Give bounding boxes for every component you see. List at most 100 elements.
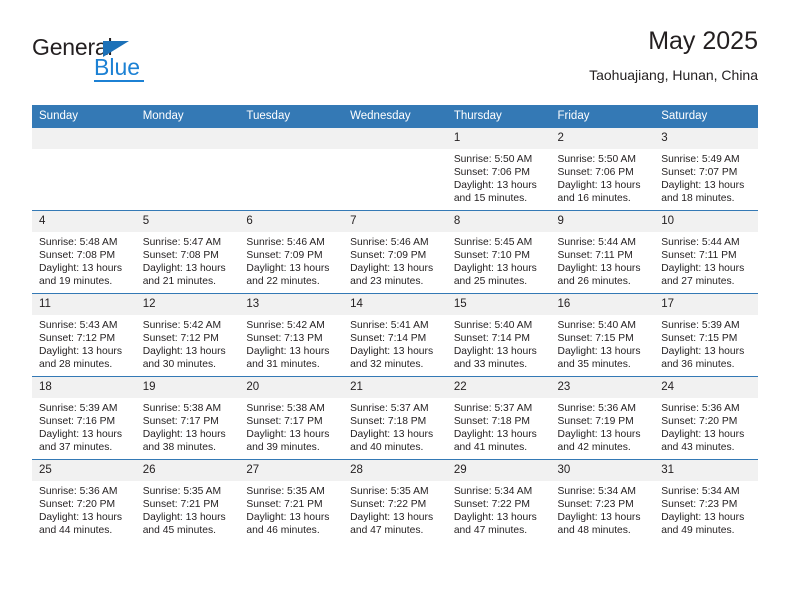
calendar-day-cell[interactable]: 18 Sunrise: 5:39 AM Sunset: 7:16 PM Dayli…	[32, 376, 136, 460]
calendar-day-cell[interactable]: 30 Sunrise: 5:34 AM Sunset: 7:23 PM Dayli…	[550, 459, 655, 542]
calendar-page: General Blue May 2025 Taohuajiang, Hunan…	[0, 0, 792, 612]
sun-times-text: Sunrise: 5:34 AM Sunset: 7:23 PM Dayligh…	[557, 486, 641, 537]
general-blue-logo: General Blue	[32, 36, 172, 86]
calendar-day-cell[interactable]: 26 Sunrise: 5:35 AM Sunset: 7:21 PM Dayli…	[135, 459, 240, 542]
calendar-day-cell[interactable]: 20 Sunrise: 5:38 AM Sunset: 7:17 PM Dayli…	[239, 376, 344, 460]
calendar-day-cell[interactable]: 27 Sunrise: 5:35 AM Sunset: 7:21 PM Dayli…	[239, 459, 344, 542]
calendar-day-cell[interactable]: 19 Sunrise: 5:38 AM Sunset: 7:17 PM Dayli…	[135, 376, 240, 460]
page-title: May 2025	[648, 27, 758, 55]
calendar-day-cell-empty	[343, 128, 447, 211]
calendar-day-cell[interactable]: 28 Sunrise: 5:35 AM Sunset: 7:22 PM Dayli…	[343, 459, 447, 542]
calendar-week-row: 4 Sunrise: 5:48 AM Sunset: 7:08 PM Daylig…	[32, 210, 758, 294]
sun-times-text: Sunrise: 5:35 AM Sunset: 7:21 PM Dayligh…	[142, 486, 226, 537]
calendar-day-cell[interactable]: 5 Sunrise: 5:47 AM Sunset: 7:08 PM Daylig…	[135, 210, 240, 294]
calendar-day-cell[interactable]: 25 Sunrise: 5:36 AM Sunset: 7:20 PM Dayli…	[32, 459, 136, 542]
day-number	[32, 128, 136, 149]
calendar-day-cell[interactable]: 13 Sunrise: 5:42 AM Sunset: 7:13 PM Dayli…	[239, 293, 344, 377]
sun-times-text: Sunrise: 5:46 AM Sunset: 7:09 PM Dayligh…	[350, 237, 434, 288]
calendar-day-cell[interactable]: 4 Sunrise: 5:48 AM Sunset: 7:08 PM Daylig…	[32, 210, 136, 294]
calendar-day-cell[interactable]: 10 Sunrise: 5:44 AM Sunset: 7:11 PM Dayli…	[654, 210, 758, 294]
calendar-day-cell[interactable]: 1 Sunrise: 5:50 AM Sunset: 7:06 PM Daylig…	[446, 128, 551, 211]
sun-times-text: Sunrise: 5:35 AM Sunset: 7:21 PM Dayligh…	[246, 486, 330, 537]
page-header: General Blue May 2025 Taohuajiang, Hunan…	[32, 26, 758, 98]
calendar-week-row: 11 Sunrise: 5:43 AM Sunset: 7:12 PM Dayli…	[32, 293, 758, 377]
calendar-day-cell[interactable]: 21 Sunrise: 5:37 AM Sunset: 7:18 PM Dayli…	[343, 376, 447, 460]
sun-times-text: Sunrise: 5:37 AM Sunset: 7:18 PM Dayligh…	[350, 403, 434, 454]
calendar-day-cell[interactable]: 15 Sunrise: 5:40 AM Sunset: 7:14 PM Dayli…	[446, 293, 551, 377]
day-number	[343, 128, 447, 149]
day-number: 20	[239, 377, 344, 398]
sun-times-text: Sunrise: 5:38 AM Sunset: 7:17 PM Dayligh…	[142, 403, 226, 454]
sun-times-text: Sunrise: 5:34 AM Sunset: 7:23 PM Dayligh…	[661, 486, 745, 537]
day-number: 15	[446, 294, 551, 315]
calendar-day-cell-empty	[135, 128, 240, 211]
weekday-header-monday: Monday	[135, 105, 240, 128]
calendar-day-cell[interactable]: 3 Sunrise: 5:49 AM Sunset: 7:07 PM Daylig…	[654, 128, 758, 211]
day-number: 21	[343, 377, 447, 398]
sun-times-text: Sunrise: 5:48 AM Sunset: 7:08 PM Dayligh…	[39, 237, 122, 288]
calendar-day-cell[interactable]: 17 Sunrise: 5:39 AM Sunset: 7:15 PM Dayli…	[654, 293, 758, 377]
sun-times-text: Sunrise: 5:36 AM Sunset: 7:20 PM Dayligh…	[661, 403, 745, 454]
sun-times-text: Sunrise: 5:46 AM Sunset: 7:09 PM Dayligh…	[246, 237, 330, 288]
day-number	[135, 128, 240, 149]
sun-times-text: Sunrise: 5:44 AM Sunset: 7:11 PM Dayligh…	[661, 237, 745, 288]
day-number: 31	[654, 460, 758, 481]
day-number: 2	[550, 128, 655, 149]
calendar-day-cell[interactable]: 12 Sunrise: 5:42 AM Sunset: 7:12 PM Dayli…	[135, 293, 240, 377]
sun-times-text: Sunrise: 5:40 AM Sunset: 7:14 PM Dayligh…	[453, 320, 537, 371]
sun-times-text: Sunrise: 5:50 AM Sunset: 7:06 PM Dayligh…	[453, 154, 537, 205]
day-number: 30	[550, 460, 655, 481]
day-number	[239, 128, 344, 149]
calendar-day-cell[interactable]: 16 Sunrise: 5:40 AM Sunset: 7:15 PM Dayli…	[550, 293, 655, 377]
calendar-day-cell[interactable]: 7 Sunrise: 5:46 AM Sunset: 7:09 PM Daylig…	[343, 210, 447, 294]
calendar-day-cell[interactable]: 24 Sunrise: 5:36 AM Sunset: 7:20 PM Dayli…	[654, 376, 758, 460]
weekday-header-row: Sunday Monday Tuesday Wednesday Thursday…	[32, 105, 758, 128]
calendar-day-cell-empty	[32, 128, 136, 211]
sun-times-text: Sunrise: 5:41 AM Sunset: 7:14 PM Dayligh…	[350, 320, 434, 371]
day-number: 4	[32, 211, 136, 232]
calendar-day-cell[interactable]: 22 Sunrise: 5:37 AM Sunset: 7:18 PM Dayli…	[446, 376, 551, 460]
day-number: 1	[446, 128, 551, 149]
sun-times-text	[136, 149, 240, 153]
sun-times-text: Sunrise: 5:45 AM Sunset: 7:10 PM Dayligh…	[453, 237, 537, 288]
calendar-day-cell[interactable]: 6 Sunrise: 5:46 AM Sunset: 7:09 PM Daylig…	[239, 210, 344, 294]
sun-times-text: Sunrise: 5:39 AM Sunset: 7:16 PM Dayligh…	[39, 403, 122, 454]
calendar-day-cell[interactable]: 11 Sunrise: 5:43 AM Sunset: 7:12 PM Dayli…	[32, 293, 136, 377]
day-number: 13	[239, 294, 344, 315]
sun-times-text	[239, 149, 343, 153]
calendar-day-cell[interactable]: 31 Sunrise: 5:34 AM Sunset: 7:23 PM Dayli…	[654, 459, 758, 542]
weekday-header-wednesday: Wednesday	[343, 105, 447, 128]
day-number: 11	[32, 294, 136, 315]
day-number: 6	[239, 211, 344, 232]
sun-times-text: Sunrise: 5:36 AM Sunset: 7:19 PM Dayligh…	[557, 403, 641, 454]
calendar-week-row: 18 Sunrise: 5:39 AM Sunset: 7:16 PM Dayli…	[32, 376, 758, 460]
calendar-day-cell[interactable]: 9 Sunrise: 5:44 AM Sunset: 7:11 PM Daylig…	[550, 210, 655, 294]
sunrise-sunset-calendar: Sunday Monday Tuesday Wednesday Thursday…	[32, 105, 758, 542]
calendar-week-row: 1 Sunrise: 5:50 AM Sunset: 7:06 PM Daylig…	[32, 128, 758, 211]
day-number: 17	[654, 294, 758, 315]
sun-times-text: Sunrise: 5:49 AM Sunset: 7:07 PM Dayligh…	[661, 154, 745, 205]
title-block: May 2025 Taohuajiang, Hunan, China	[589, 26, 758, 85]
day-number: 7	[343, 211, 447, 232]
calendar-day-cell-empty	[239, 128, 344, 211]
day-number: 3	[654, 128, 758, 149]
calendar-body: 1 Sunrise: 5:50 AM Sunset: 7:06 PM Daylig…	[32, 128, 758, 542]
weekday-header-saturday: Saturday	[654, 105, 758, 128]
day-number: 10	[654, 211, 758, 232]
calendar-day-cell[interactable]: 8 Sunrise: 5:45 AM Sunset: 7:10 PM Daylig…	[446, 210, 551, 294]
logo-underline	[94, 80, 144, 82]
sun-times-text: Sunrise: 5:40 AM Sunset: 7:15 PM Dayligh…	[557, 320, 641, 371]
weekday-header-friday: Friday	[550, 105, 655, 128]
calendar-day-cell[interactable]: 29 Sunrise: 5:34 AM Sunset: 7:22 PM Dayli…	[446, 459, 551, 542]
day-number: 16	[550, 294, 655, 315]
sun-times-text: Sunrise: 5:47 AM Sunset: 7:08 PM Dayligh…	[142, 237, 226, 288]
sun-times-text	[32, 149, 136, 153]
calendar-day-cell[interactable]: 2 Sunrise: 5:50 AM Sunset: 7:06 PM Daylig…	[550, 128, 655, 211]
day-number: 27	[239, 460, 344, 481]
calendar-day-cell[interactable]: 14 Sunrise: 5:41 AM Sunset: 7:14 PM Dayli…	[343, 293, 447, 377]
day-number: 28	[343, 460, 447, 481]
calendar-day-cell[interactable]: 23 Sunrise: 5:36 AM Sunset: 7:19 PM Dayli…	[550, 376, 655, 460]
sun-times-text: Sunrise: 5:42 AM Sunset: 7:13 PM Dayligh…	[246, 320, 330, 371]
weekday-header-sunday: Sunday	[32, 105, 136, 128]
day-number: 18	[32, 377, 136, 398]
